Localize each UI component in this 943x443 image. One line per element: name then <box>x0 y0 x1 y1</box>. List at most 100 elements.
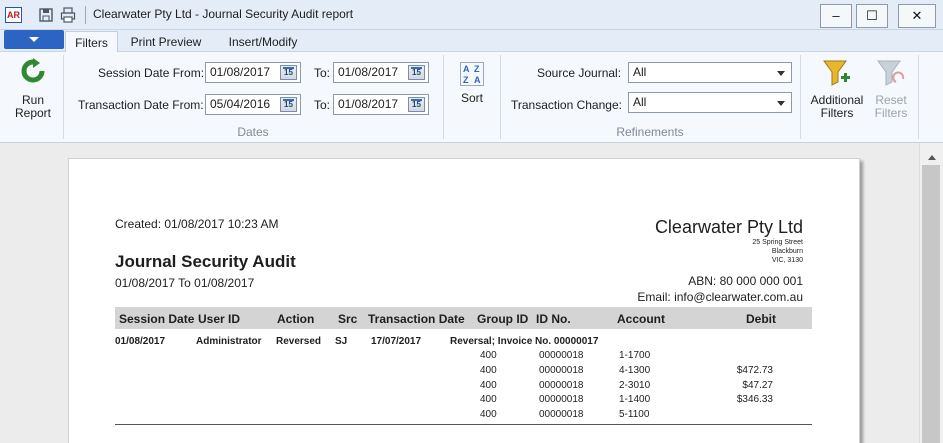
line-id-no: 00000018 <box>539 394 584 405</box>
svg-text:A: A <box>474 75 481 85</box>
ribbon-separator <box>800 55 801 139</box>
ribbon-separator <box>443 55 444 139</box>
line-debit: $47.27 <box>742 380 773 391</box>
line-debit: $346.33 <box>736 394 773 405</box>
session-date-to-input[interactable]: 01/08/2017 15 <box>333 62 429 83</box>
chevron-down-icon <box>777 101 785 106</box>
source-journal-value: All <box>633 65 647 79</box>
refresh-icon <box>21 58 45 83</box>
calendar-icon[interactable]: 15 <box>408 97 425 112</box>
svg-text:A: A <box>463 64 470 74</box>
calendar-icon[interactable]: 15 <box>408 65 425 80</box>
transaction-date-to-label: To: <box>314 98 331 112</box>
tab-insert-modify[interactable]: Insert/Modify <box>218 31 308 53</box>
additional-filters-label-line2: Filters <box>820 106 854 120</box>
transaction-change-select[interactable]: All <box>628 92 792 113</box>
chevron-down-icon <box>777 71 785 76</box>
scrollbar-thumb[interactable] <box>922 165 940 443</box>
company-address-line3: VIC, 3130 <box>771 257 803 264</box>
svg-text:Z: Z <box>474 64 480 74</box>
line-id-no: 00000018 <box>539 380 584 391</box>
line-account: 1-1400 <box>619 394 651 405</box>
transaction-date-from-input[interactable]: 05/04/2016 15 <box>205 94 301 115</box>
line-debit: $472.73 <box>736 365 773 376</box>
column-header-id-no: ID No. <box>536 312 571 326</box>
additional-filters-button[interactable]: Additional Filters <box>806 56 868 120</box>
session-date-from-label: Session Date From: <box>98 66 205 80</box>
company-address-line1: 25 Spring Street <box>752 239 803 246</box>
column-header-transaction-date: Transaction Date <box>368 312 465 326</box>
entry-transaction-date: 17/07/2017 <box>371 336 422 347</box>
calendar-icon[interactable]: 15 <box>280 97 297 112</box>
print-icon[interactable] <box>60 7 76 23</box>
ribbon-panel: Run Report Session Date From: 01/08/2017… <box>0 52 943 143</box>
entry-user-id: Administrator <box>196 336 262 347</box>
sort-label: Sort <box>460 91 483 105</box>
report-title: Journal Security Audit <box>115 252 296 271</box>
line-account: 5-1100 <box>619 409 650 420</box>
sort-button[interactable]: A Z Z A Sort <box>452 58 492 108</box>
app-logo-icon: AR <box>5 7 22 23</box>
scroll-up-icon[interactable] <box>928 155 936 160</box>
line-id-no: 00000018 <box>539 365 584 376</box>
column-header-debit: Debit <box>746 312 776 326</box>
line-account: 4-1300 <box>619 365 651 376</box>
tab-filters[interactable]: Filters <box>65 31 118 53</box>
source-journal-label: Source Journal: <box>537 66 622 80</box>
transaction-date-from-label: Transaction Date From: <box>78 98 204 112</box>
reset-filters-label-line2: Filters <box>874 106 908 120</box>
transaction-date-to-input[interactable]: 01/08/2017 15 <box>333 94 429 115</box>
calendar-icon[interactable]: 15 <box>280 65 297 80</box>
reset-filters-button[interactable]: Reset Filters <box>868 56 914 120</box>
table-bottom-rule <box>115 424 812 425</box>
company-address-line2: Blackburn <box>771 248 803 255</box>
run-report-button[interactable]: Run Report <box>10 56 56 120</box>
transaction-change-value: All <box>633 95 647 109</box>
session-date-from-value: 01/08/2017 <box>210 65 271 79</box>
line-group-id: 400 <box>480 394 497 405</box>
save-icon[interactable] <box>38 7 54 23</box>
column-header-session-date: Session Date <box>119 312 195 326</box>
dates-group-label: Dates <box>237 125 269 139</box>
ribbon-tab-row: Filters Print Preview Insert/Modify <box>0 30 943 53</box>
source-journal-select[interactable]: All <box>628 62 792 83</box>
session-date-to-label: To: <box>314 66 331 80</box>
line-group-id: 400 <box>480 380 497 391</box>
line-group-id: 400 <box>480 409 497 420</box>
report-preview-area[interactable]: Created: 01/08/2017 10:23 AM Journal Sec… <box>0 143 943 443</box>
entry-session-date: 01/08/2017 <box>115 336 166 347</box>
column-header-user-id: User ID <box>198 312 241 326</box>
title-bar: AR Clearwater Pty Ltd - Journal Security… <box>0 0 943 30</box>
title-separator <box>85 6 86 24</box>
refinements-group-label: Refinements <box>616 125 684 139</box>
line-group-id: 400 <box>480 350 497 361</box>
session-date-from-input[interactable]: 01/08/2017 15 <box>205 62 301 83</box>
column-header-account: Account <box>617 312 665 326</box>
sort-az-icon: A Z Z A <box>460 62 484 86</box>
minimize-button[interactable]: – <box>820 4 852 28</box>
company-abn: ABN: 80 000 000 001 <box>688 274 803 288</box>
company-name: Clearwater Pty Ltd <box>654 217 803 237</box>
report-page: Created: 01/08/2017 10:23 AM Journal Sec… <box>68 158 860 443</box>
line-group-id: 400 <box>480 365 497 376</box>
run-report-label-line2: Report <box>14 106 52 120</box>
tab-print-preview[interactable]: Print Preview <box>124 31 208 53</box>
line-account: 2-3010 <box>619 380 651 391</box>
column-header-src: Src <box>338 312 358 326</box>
line-account: 1-1700 <box>619 350 651 361</box>
reset-filter-icon <box>877 60 905 86</box>
transaction-change-label: Transaction Change: <box>511 98 622 112</box>
line-id-no: 00000018 <box>539 409 584 420</box>
transaction-date-to-value: 01/08/2017 <box>338 97 399 111</box>
add-filter-icon <box>823 60 850 86</box>
maximize-button[interactable]: ☐ <box>856 4 888 28</box>
entry-action: Reversed <box>276 336 322 347</box>
report-period: 01/08/2017 To 01/08/2017 <box>115 276 255 290</box>
company-email: Email: info@clearwater.com.au <box>637 290 803 304</box>
close-button[interactable]: ✕ <box>898 4 936 28</box>
entry-description: Reversal; Invoice No. 00000017 <box>450 336 599 347</box>
window-title: Clearwater Pty Ltd - Journal Security Au… <box>93 7 354 21</box>
vertical-scrollbar[interactable] <box>919 143 943 443</box>
svg-text:Z: Z <box>463 75 469 85</box>
application-menu-button[interactable] <box>4 30 64 49</box>
